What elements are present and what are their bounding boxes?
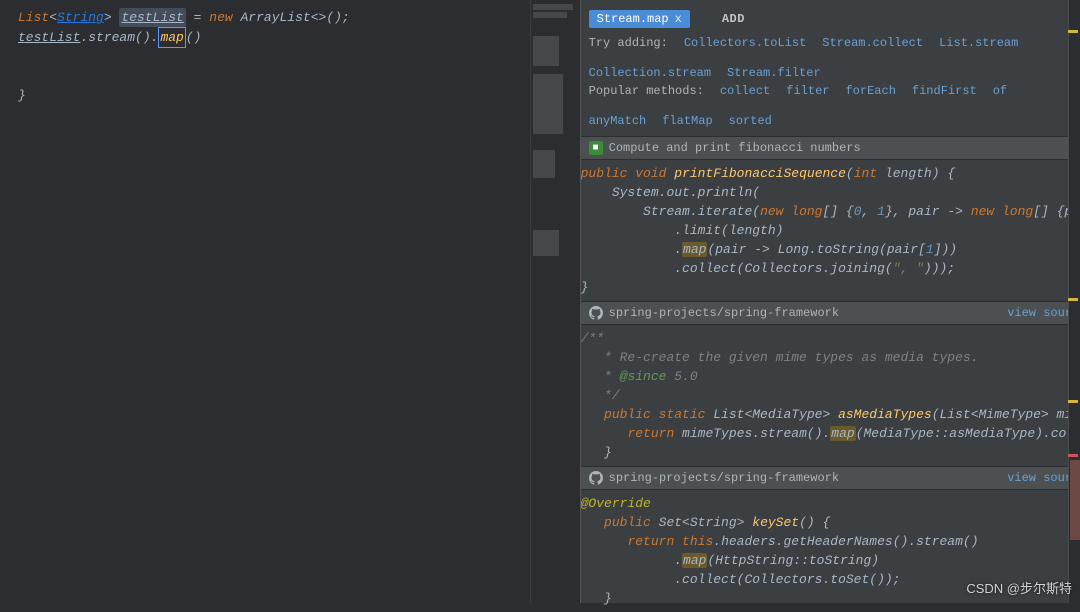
suggest-link[interactable]: collect: [720, 84, 770, 98]
example-title: spring-projects/spring-framework: [609, 306, 1002, 320]
suggest-link[interactable]: of: [993, 84, 1007, 98]
code-editor[interactable]: List<String> testList = new ArrayList<>(…: [0, 0, 530, 603]
watermark: CSDN @步尔斯特: [966, 578, 1072, 597]
minimap[interactable]: [530, 0, 580, 603]
example-code[interactable]: /** * Re-create the given mime types as …: [581, 325, 1080, 466]
code-snippet-icon: ■: [589, 141, 603, 155]
suggest-link[interactable]: filter: [786, 84, 829, 98]
java-keyword: List: [18, 10, 49, 25]
active-chip[interactable]: Stream.map x: [589, 10, 690, 28]
github-icon: [589, 471, 603, 485]
close-icon[interactable]: x: [675, 12, 682, 26]
suggest-link[interactable]: Stream.filter: [727, 66, 821, 80]
view-source-link[interactable]: view sour: [1007, 306, 1072, 320]
popular-methods-row: Popular methods: collect filter forEach …: [581, 82, 1080, 130]
caret-selection: map: [158, 27, 185, 48]
example-header[interactable]: spring-projects/spring-framework view sou…: [581, 301, 1080, 325]
suggest-link[interactable]: sorted: [729, 114, 772, 128]
example-title: spring-projects/spring-framework: [609, 471, 1002, 485]
suggest-link[interactable]: Stream.collect: [822, 36, 923, 50]
assist-pane: Stream.map x ADD Try adding: Collectors.…: [580, 0, 1080, 603]
suggest-link[interactable]: flatMap: [662, 114, 712, 128]
assist-header: Stream.map x ADD: [581, 0, 1080, 34]
scroll-thumb[interactable]: [1070, 460, 1080, 540]
github-icon: [589, 306, 603, 320]
suggest-link[interactable]: forEach: [845, 84, 895, 98]
example-code[interactable]: public void printFibonacciSequence(int l…: [581, 160, 1080, 301]
suggest-link[interactable]: List.stream: [939, 36, 1018, 50]
try-adding-row: Try adding: Collectors.toList Stream.col…: [581, 34, 1080, 82]
marker-strip[interactable]: [1068, 0, 1080, 603]
suggest-link[interactable]: Collectors.toList: [684, 36, 806, 50]
example-title: Compute and print fibonacci numbers: [609, 141, 1072, 155]
suggest-link[interactable]: Collection.stream: [589, 66, 711, 80]
view-source-link[interactable]: view sour: [1007, 471, 1072, 485]
type-ref: String: [57, 10, 104, 25]
suggest-link[interactable]: anyMatch: [589, 114, 647, 128]
var-decl: testList: [119, 8, 185, 27]
add-button[interactable]: ADD: [698, 6, 769, 32]
example-header[interactable]: spring-projects/spring-framework view sou…: [581, 466, 1080, 490]
example-header[interactable]: ■ Compute and print fibonacci numbers: [581, 136, 1080, 160]
suggest-link[interactable]: findFirst: [912, 84, 977, 98]
